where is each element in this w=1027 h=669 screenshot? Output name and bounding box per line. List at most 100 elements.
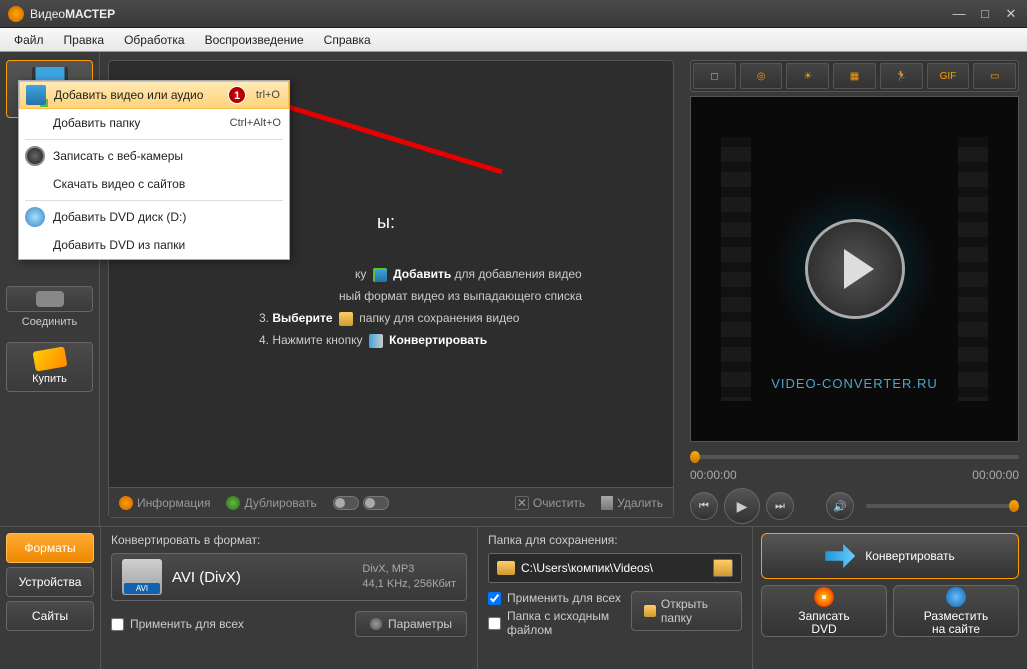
prev-button[interactable]: ⏮ — [690, 492, 718, 520]
menu-playback[interactable]: Воспроизведение — [195, 29, 314, 51]
convert-button[interactable]: Конвертировать — [761, 533, 1019, 579]
format-title: Конвертировать в формат: — [111, 533, 467, 547]
duplicate-button[interactable]: Дублировать — [226, 496, 316, 510]
webcam-icon — [25, 146, 45, 166]
parameters-button[interactable]: Параметры — [355, 611, 467, 637]
save-title: Папка для сохранения: — [488, 533, 742, 547]
apply-all-save[interactable]: Применить для всех — [488, 591, 631, 605]
format-codec: DivX, MP3 — [362, 562, 456, 577]
clear-icon: ✕ — [515, 496, 529, 510]
format-audio: 44,1 KHz, 256Кбит — [362, 577, 456, 592]
format-section: Конвертировать в формат: AVI (DivX) DivX… — [100, 527, 478, 669]
browse-button[interactable] — [713, 559, 733, 577]
save-section: Папка для сохранения: C:\Users\компик\Vi… — [478, 527, 753, 669]
time-current: 00:00:00 — [690, 468, 737, 482]
source-folder-check[interactable]: Папка с исходным файлом — [488, 609, 631, 637]
bottom-panel: Форматы Устройства Сайты Конвертировать … — [0, 526, 1027, 669]
maximize-button[interactable]: □ — [977, 6, 993, 22]
dvd-disc-icon — [25, 207, 45, 227]
action-section: Конвертировать ЗаписатьDVD Разместитьна … — [753, 527, 1027, 669]
playback-controls: ⏮ ▶ ⏭ 🔊 — [690, 486, 1019, 526]
buy-icon — [32, 346, 67, 371]
trash-icon — [601, 496, 613, 510]
join-icon — [36, 291, 64, 307]
dd-add-dvd-folder[interactable]: Добавить DVD из папки — [19, 231, 289, 259]
join-button[interactable] — [6, 286, 93, 312]
dvd-icon — [814, 587, 834, 607]
menu-process[interactable]: Обработка — [114, 29, 195, 51]
list-toolbar: Информация Дублировать ✕Очистить Удалить — [109, 487, 673, 517]
avi-icon — [122, 559, 162, 595]
buy-label: Купить — [32, 373, 67, 385]
tab-sites[interactable]: Сайты — [6, 601, 94, 631]
time-total: 00:00:00 — [972, 468, 1019, 482]
buy-button[interactable]: Купить — [6, 342, 93, 392]
effect-brightness[interactable]: ☀ — [786, 63, 829, 89]
filmstrip-right — [958, 137, 988, 401]
effect-snapshot[interactable]: ◎ — [740, 63, 783, 89]
app-icon — [8, 6, 24, 22]
titlebar: ВидеоМАСТЕР — □ ✕ — [0, 0, 1027, 28]
video-preview[interactable]: VIDEO-CONVERTER.RU — [690, 96, 1019, 442]
gear-icon — [370, 618, 382, 630]
play-overlay-icon — [805, 219, 905, 319]
upload-site-button[interactable]: Разместитьна сайте — [893, 585, 1019, 637]
dd-add-dvd-disc[interactable]: Добавить DVD диск (D:) — [19, 203, 289, 231]
step-1-badge: 1 — [228, 86, 246, 104]
format-selector[interactable]: AVI (DivX) DivX, MP3 44,1 KHz, 256Кбит — [111, 553, 467, 601]
delete-button[interactable]: Удалить — [601, 496, 663, 510]
volume-slider[interactable] — [866, 504, 1019, 508]
duplicate-icon — [226, 496, 240, 510]
toggle-1[interactable] — [333, 496, 359, 510]
minimize-button[interactable]: — — [951, 6, 967, 22]
menu-file[interactable]: Файл — [4, 29, 54, 51]
format-name: AVI (DivX) — [172, 569, 241, 586]
globe-icon — [946, 587, 966, 607]
effect-toolbar: ◻ ◎ ☀ ▦ 🏃 GIF ▭ — [690, 60, 1019, 92]
annotation-arrow — [252, 92, 512, 182]
play-button[interactable]: ▶ — [724, 488, 760, 524]
preview-pane: ◻ ◎ ☀ ▦ 🏃 GIF ▭ VIDEO-CONVERTER.RU 00:00… — [682, 52, 1027, 526]
tab-formats[interactable]: Форматы — [6, 533, 94, 563]
effect-crop[interactable]: ◻ — [693, 63, 736, 89]
menu-help[interactable]: Справка — [314, 29, 381, 51]
menubar: Файл Правка Обработка Воспроизведение Сп… — [0, 28, 1027, 52]
effect-cut[interactable]: ▭ — [973, 63, 1016, 89]
convert-icon — [825, 544, 855, 568]
brand-text: VIDEO-CONVERTER.RU — [771, 376, 938, 391]
add-dropdown: Добавить видео или аудио 1 trl+O Добавит… — [18, 80, 290, 260]
dd-add-folder[interactable]: Добавить папку Ctrl+Alt+O — [19, 109, 289, 137]
burn-dvd-button[interactable]: ЗаписатьDVD — [761, 585, 887, 637]
volume-button[interactable]: 🔊 — [826, 492, 854, 520]
format-tab-group: Форматы Устройства Сайты — [0, 527, 100, 669]
folder-icon — [497, 561, 515, 575]
folder-inline-icon — [339, 312, 353, 326]
dd-record-webcam[interactable]: Записать с веб-камеры — [19, 142, 289, 170]
menu-edit[interactable]: Правка — [54, 29, 115, 51]
seek-slider[interactable] — [690, 448, 1019, 466]
dd-add-video-audio[interactable]: Добавить видео или аудио 1 trl+O — [19, 81, 289, 109]
next-button[interactable]: ⏭ — [766, 492, 794, 520]
toggle-2[interactable] — [363, 496, 389, 510]
effect-gif[interactable]: GIF — [927, 63, 970, 89]
dd-download-sites[interactable]: Скачать видео с сайтов — [19, 170, 289, 198]
join-label: Соединить — [6, 316, 93, 328]
filmstrip-left — [721, 137, 751, 401]
effect-filter[interactable]: ▦ — [833, 63, 876, 89]
app-title: ВидеоМАСТЕР — [30, 6, 951, 21]
add-inline-icon — [373, 268, 387, 282]
open-folder-button[interactable]: Открыть папку — [631, 591, 742, 631]
add-file-icon — [26, 85, 46, 105]
convert-inline-icon — [369, 334, 383, 348]
info-button[interactable]: Информация — [119, 496, 210, 510]
tab-devices[interactable]: Устройства — [6, 567, 94, 597]
view-toggle[interactable] — [333, 496, 389, 510]
save-path: C:\Users\компик\Videos\ — [521, 561, 707, 575]
instructions: ы: ку Добавить для добавления видео ный … — [259, 211, 582, 351]
clear-button[interactable]: ✕Очистить — [515, 496, 585, 510]
info-icon — [119, 496, 133, 510]
close-button[interactable]: ✕ — [1003, 6, 1019, 22]
effect-speed[interactable]: 🏃 — [880, 63, 923, 89]
folder-open-icon — [644, 605, 656, 617]
apply-all-format[interactable]: Применить для всех — [111, 617, 244, 631]
